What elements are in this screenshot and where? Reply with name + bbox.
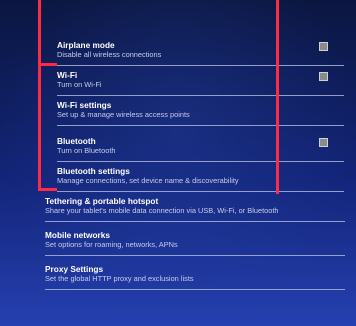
- divider: [45, 221, 345, 222]
- setting-summary: Disable all wireless connections: [57, 50, 162, 59]
- setting-bluetooth[interactable]: Bluetooth Turn on Bluetooth: [44, 136, 344, 166]
- setting-summary: Manage connections, set device name & di…: [57, 176, 239, 185]
- setting-summary: Set the global HTTP proxy and exclusion …: [45, 274, 194, 283]
- setting-summary: Set up & manage wireless access points: [57, 110, 190, 119]
- divider: [45, 255, 345, 256]
- divider: [57, 65, 344, 66]
- setting-summary: Set options for roaming, networks, APNs: [45, 240, 178, 249]
- setting-summary: Share your tablet's mobile data connecti…: [45, 206, 279, 215]
- setting-summary: Turn on Bluetooth: [57, 146, 116, 155]
- setting-bluetooth-settings[interactable]: Bluetooth settings Manage connections, s…: [44, 166, 344, 196]
- setting-title: Mobile networks: [45, 230, 111, 240]
- annotation-bracket-right: [276, 0, 279, 194]
- setting-title: Proxy Settings: [45, 264, 104, 274]
- setting-tethering-hotspot[interactable]: Tethering & portable hotspot Share your …: [45, 196, 345, 226]
- setting-title: Tethering & portable hotspot: [45, 196, 159, 206]
- annotation-bracket-left: [38, 0, 42, 191]
- annotation-tick: [38, 188, 57, 191]
- setting-title: Bluetooth: [57, 136, 96, 146]
- bluetooth-checkbox[interactable]: [319, 138, 328, 147]
- annotation-tick: [38, 63, 57, 66]
- setting-wifi[interactable]: Wi-Fi Turn on Wi-Fi: [44, 70, 344, 100]
- divider: [57, 161, 344, 162]
- setting-title: Wi-Fi: [57, 70, 78, 80]
- divider: [57, 191, 344, 192]
- divider: [57, 125, 344, 126]
- setting-title: Airplane mode: [57, 40, 115, 50]
- setting-summary: Turn on Wi-Fi: [57, 80, 102, 89]
- divider: [57, 95, 344, 96]
- airplane-mode-checkbox[interactable]: [319, 42, 328, 51]
- wifi-checkbox[interactable]: [319, 72, 328, 81]
- setting-airplane-mode[interactable]: Airplane mode Disable all wireless conne…: [44, 40, 344, 70]
- wireless-settings-screen: Airplane mode Disable all wireless conne…: [0, 0, 356, 326]
- setting-wifi-settings[interactable]: Wi-Fi settings Set up & manage wireless …: [44, 100, 344, 130]
- setting-mobile-networks[interactable]: Mobile networks Set options for roaming,…: [45, 230, 345, 260]
- divider: [45, 289, 345, 290]
- setting-title: Wi-Fi settings: [57, 100, 112, 110]
- setting-title: Bluetooth settings: [57, 166, 130, 176]
- setting-proxy-settings[interactable]: Proxy Settings Set the global HTTP proxy…: [45, 264, 345, 294]
